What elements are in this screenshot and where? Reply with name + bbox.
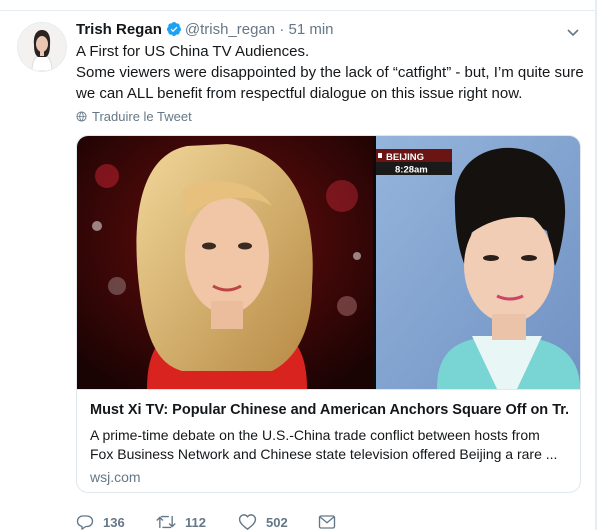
tweet-timestamp[interactable]: 51 min <box>288 21 333 38</box>
card-body: Must Xi TV: Popular Chinese and American… <box>90 400 568 485</box>
reply-count: 136 <box>103 514 125 530</box>
author-name[interactable]: Trish Regan <box>76 21 162 38</box>
card-description-line: Fox Business Network and Chinese state t… <box>90 446 558 462</box>
tweet-text-line: we can ALL benefit from respectful dialo… <box>76 85 523 102</box>
translate-tweet-link[interactable]: Traduire le Tweet <box>76 109 192 124</box>
card-title: Must Xi TV: Popular Chinese and American… <box>90 402 568 418</box>
link-card[interactable]: BEIJING 8:28am Must Xi TV: Popular Chine… <box>76 135 581 493</box>
card-overlay-time: 8:28am <box>395 165 428 176</box>
tweet-header: Trish Regan @trish_regan · 51 min <box>76 20 334 43</box>
card-description-line: A prime-time debate on the U.S.-China tr… <box>90 427 540 443</box>
tweet-text-line: A First for US China TV Audiences. <box>76 43 310 60</box>
verified-icon <box>166 21 182 43</box>
avatar[interactable] <box>17 22 67 72</box>
author-handle[interactable]: @trish_regan <box>185 21 275 38</box>
reply-button[interactable]: 136 <box>76 513 156 531</box>
retweet-button[interactable]: 112 <box>156 513 238 531</box>
divider <box>0 10 597 11</box>
divider <box>77 389 580 390</box>
tweet-text-line: Some viewers were disappointed by the la… <box>76 64 584 81</box>
translate-label: Traduire le Tweet <box>92 109 192 124</box>
header-separator: · <box>279 21 285 38</box>
tweet-text: A First for US China TV Audiences. Some … <box>76 41 584 104</box>
card-overlay-city: BEIJING <box>386 152 424 163</box>
reply-icon <box>76 515 94 530</box>
like-count: 502 <box>266 514 288 530</box>
card-domain: wsj.com <box>90 469 141 485</box>
card-description: A prime-time debate on the U.S.-China tr… <box>90 426 568 464</box>
retweet-icon <box>156 515 176 529</box>
avatar-photo <box>18 23 66 71</box>
card-image: BEIJING 8:28am <box>77 136 580 389</box>
like-button[interactable]: 502 <box>238 513 318 531</box>
globe-icon <box>76 111 87 122</box>
heart-icon <box>238 514 257 530</box>
retweet-count: 112 <box>185 514 206 530</box>
direct-message-button[interactable] <box>318 514 336 530</box>
envelope-icon <box>318 515 336 529</box>
chevron-down-icon[interactable] <box>565 24 581 40</box>
tweet-actions: 136 112 502 <box>76 512 336 532</box>
